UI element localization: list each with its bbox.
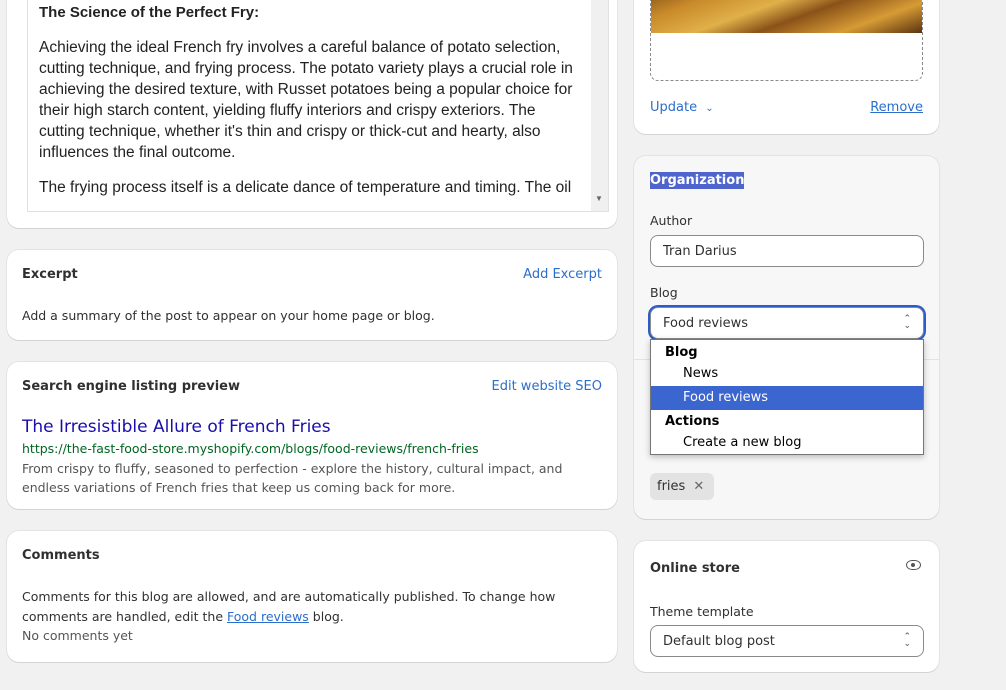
excerpt-description: Add a summary of the post to appear on y… bbox=[22, 308, 435, 323]
remove-image-button[interactable]: Remove bbox=[870, 100, 923, 115]
editor-heading: The Science of the Perfect Fry: bbox=[39, 4, 260, 21]
seo-title: Search engine listing preview bbox=[22, 379, 240, 394]
tag-chip: fries ✕ bbox=[650, 473, 715, 500]
organization-title: Organization bbox=[650, 172, 745, 189]
excerpt-card: Excerpt Add Excerpt Add a summary of the… bbox=[7, 250, 617, 340]
food-reviews-blog-link[interactable]: Food reviews bbox=[227, 609, 309, 624]
theme-template-value: Default blog post bbox=[663, 633, 775, 649]
featured-image-card: Update ⌄ Remove bbox=[634, 0, 939, 134]
add-excerpt-button[interactable]: Add Excerpt bbox=[523, 267, 602, 282]
menu-option-create-blog[interactable]: Create a new blog bbox=[651, 431, 923, 455]
fries-image bbox=[651, 0, 922, 33]
author-field[interactable]: Tran Darius bbox=[650, 235, 924, 267]
seo-url: https://the-fast-food-store.myshopify.co… bbox=[22, 441, 479, 456]
remove-tag-icon[interactable]: ✕ bbox=[693, 479, 704, 494]
editor-paragraph: Achieving the ideal French fry involves … bbox=[39, 39, 573, 161]
blog-dropdown-menu: Blog News Food reviews Actions Create a … bbox=[650, 339, 924, 455]
seo-description: From crispy to fluffy, seasoned to perfe… bbox=[22, 461, 563, 495]
organization-card: Organization Author Tran Darius Blog Foo… bbox=[634, 156, 939, 519]
excerpt-title: Excerpt bbox=[22, 267, 78, 282]
comments-title: Comments bbox=[22, 548, 100, 563]
editor-scrollbar[interactable]: ▼ bbox=[591, 0, 608, 211]
editor-paragraph: The frying process itself is a delicate … bbox=[39, 179, 572, 196]
seo-page-title: The Irresistible Allure of French Fries bbox=[22, 417, 331, 437]
online-store-card: Online store Theme template Default blog… bbox=[634, 541, 939, 672]
tag-label: fries bbox=[657, 479, 686, 494]
eye-icon[interactable] bbox=[906, 560, 921, 570]
blog-value: Food reviews bbox=[663, 315, 749, 331]
menu-option-news[interactable]: News bbox=[651, 362, 923, 386]
seo-card: Search engine listing preview Edit websi… bbox=[7, 362, 617, 509]
author-label: Author bbox=[650, 213, 693, 228]
update-image-button[interactable]: Update ⌄ bbox=[650, 100, 714, 115]
comments-info: Comments for this blog are allowed, and … bbox=[22, 587, 582, 627]
image-dropzone[interactable] bbox=[650, 0, 923, 81]
comments-card: Comments Comments for this blog are allo… bbox=[7, 531, 617, 662]
theme-template-select[interactable]: Default blog post ⌃ ⌄ bbox=[650, 625, 924, 657]
author-value: Tran Darius bbox=[663, 243, 737, 259]
edit-seo-button[interactable]: Edit website SEO bbox=[492, 379, 603, 394]
scroll-down-arrow-icon[interactable]: ▼ bbox=[595, 188, 603, 209]
select-arrows-icon: ⌃ ⌄ bbox=[903, 314, 911, 331]
blog-label: Blog bbox=[650, 285, 678, 300]
chevron-down-icon: ⌄ bbox=[705, 103, 714, 114]
rich-text-editor[interactable]: The Science of the Perfect Fry: Achievin… bbox=[27, 0, 609, 212]
menu-option-food-reviews[interactable]: Food reviews bbox=[651, 386, 923, 410]
blog-select[interactable]: Food reviews ⌃ ⌄ bbox=[650, 307, 924, 339]
comments-status: No comments yet bbox=[22, 628, 133, 643]
online-store-title: Online store bbox=[650, 561, 740, 576]
content-card: The Science of the Perfect Fry: Achievin… bbox=[7, 0, 617, 228]
update-label: Update bbox=[650, 100, 698, 115]
select-arrows-icon: ⌃ ⌄ bbox=[903, 632, 911, 649]
theme-template-label: Theme template bbox=[650, 604, 754, 619]
comments-text-end: blog. bbox=[308, 609, 344, 624]
